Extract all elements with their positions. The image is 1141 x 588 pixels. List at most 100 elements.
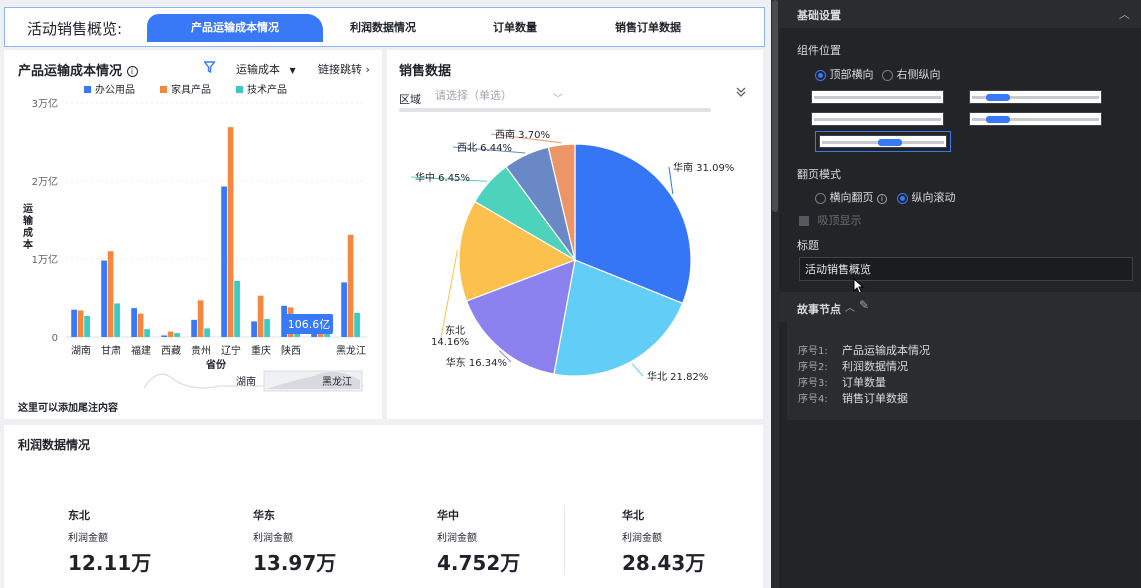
pie-label: 西南 3.70% [495, 128, 550, 141]
radio-icon [815, 192, 826, 204]
bar [101, 260, 107, 337]
settings-panel: 基础设置 ︿ 组件位置 顶部横向 右侧纵向 翻页模式 横向翻页 i 纵向滚动 吸… [779, 0, 1141, 588]
canvas-scrollbar-track [771, 0, 779, 588]
profit-data-card: 利润数据情况 东北 利润金额 12.11万 华东 利润金额 13.97万 华中 … [4, 425, 763, 588]
style-thumbnail-selected[interactable] [815, 131, 951, 152]
title-label: 标题 [797, 239, 819, 252]
edit-pencil-icon[interactable]: ✎ [859, 298, 869, 312]
chevron-down-icon[interactable]: ﹀ [553, 90, 563, 105]
chevron-up-icon[interactable]: ︿ [1119, 6, 1130, 22]
kpi-item: 华中 利润金额 4.752万 [437, 507, 520, 576]
story-node-item[interactable]: 序号1: 产品运输成本情况 [798, 342, 930, 357]
radio-top-horizontal[interactable]: 顶部横向 [815, 66, 874, 82]
legend-label: 家具产品 [171, 83, 211, 96]
kpi-value: 28.43万 [622, 551, 706, 575]
kpi-item: 华东 利润金额 13.97万 [253, 507, 336, 576]
style-thumbnail-1[interactable] [811, 90, 944, 104]
card-title: 产品运输成本情况 i [18, 60, 138, 79]
canvas-scrollbar-thumb[interactable] [772, 0, 778, 212]
link-jump[interactable]: 链接跳转 › [318, 61, 370, 77]
bar [107, 251, 114, 337]
filter-scrollbar[interactable] [399, 108, 711, 112]
filter-icon[interactable] [203, 61, 216, 76]
kpi-item: 东北 利润金额 12.11万 [68, 507, 151, 576]
section-title: 基础设置 [797, 9, 841, 22]
bar [204, 328, 210, 337]
story-node-item[interactable]: 序号3: 订单数量 [798, 374, 886, 389]
region-select[interactable]: 请选择（单选） [435, 87, 563, 105]
x-tick-label: 甘肃 [101, 344, 121, 357]
tab-label: 产品运输成本情况 [191, 21, 279, 34]
kpi-value: 13.97万 [253, 551, 337, 575]
legend-label: 技术产品 [247, 83, 287, 96]
shipping-cost-card: 产品运输成本情况 i 运输成本 ▼ 链接跳转 › 办公用品 家具产品 技术产品 0 1万… [4, 50, 382, 419]
bar [174, 333, 180, 337]
pie-label-value: 14.16% [431, 337, 469, 348]
sticky-checkbox[interactable]: 吸顶显示 [799, 212, 862, 228]
x-tick-label: 陕西 [281, 344, 301, 357]
radio-horizontal-paging[interactable]: 横向翻页 i [815, 189, 887, 205]
brush-end-label: 黑龙江 [322, 375, 352, 388]
bar [221, 186, 227, 337]
info-icon[interactable]: i [126, 66, 138, 77]
section-header[interactable]: 基础设置 ︿ [779, 0, 1141, 28]
radio-icon [897, 192, 908, 204]
pie-label: 西北 6.44% [457, 142, 512, 154]
bar [161, 335, 167, 337]
kpi-region: 华东 [253, 509, 275, 522]
bar [251, 321, 257, 337]
bar [71, 309, 77, 337]
bar [227, 127, 234, 338]
checkbox-icon [799, 216, 809, 226]
position-label: 组件位置 [797, 44, 841, 57]
y-tick-label: 3万亿 [32, 97, 58, 110]
region-label: 区域 [399, 93, 421, 106]
legend-swatch [160, 86, 167, 93]
card-title-text: 产品运输成本情况 [18, 64, 123, 79]
story-node-list: 序号1: 产品运输成本情况 序号2: 利润数据情况 序号3: 订单数量 序号4: 销售订… [787, 322, 1141, 420]
x-tick-label: 福建 [131, 344, 151, 357]
bar [131, 308, 137, 337]
bar [191, 319, 197, 337]
x-tick-label: 辽宁 [221, 344, 241, 357]
pie-leader-line [631, 363, 644, 377]
chevron-up-icon[interactable]: ︿ [845, 299, 855, 314]
measure-dropdown-label: 运输成本 [236, 63, 280, 76]
bar-chart: 办公用品 家具产品 技术产品01万亿2万亿3万亿运输成本湖南 甘肃 福建 西藏 贵州 辽宁 重庆… [23, 83, 366, 392]
measure-dropdown[interactable]: 运输成本 ▼ [236, 61, 296, 77]
story-node-item[interactable]: 序号4: 销售订单数据 [798, 390, 908, 405]
radio-label: 右侧纵向 [896, 68, 941, 81]
collapse-double-chevron-icon[interactable] [735, 86, 747, 101]
style-thumbnail-3[interactable] [811, 112, 944, 126]
link-jump-label: 链接跳转 [318, 63, 362, 76]
story-node-item[interactable]: 序号2: 利润数据情况 [798, 358, 908, 373]
kpi-region: 华中 [437, 509, 459, 522]
tab-order-count[interactable]: 订单数量 [455, 14, 575, 42]
bar [354, 312, 360, 337]
y-tick-label: 0 [52, 333, 58, 344]
style-thumbnail-2[interactable] [969, 90, 1102, 104]
card-title: 利润数据情况 [18, 438, 91, 452]
bar [77, 310, 84, 337]
radio-icon [882, 69, 893, 81]
story-title: 活动销售概览: [27, 20, 123, 38]
title-input[interactable] [799, 257, 1133, 281]
bar [144, 329, 150, 337]
tooltip-text: 106.6亿 [288, 318, 331, 331]
bar [347, 234, 354, 337]
caret-down-icon: ▼ [289, 66, 296, 75]
bar [341, 282, 347, 337]
kpi-value: 12.11万 [68, 551, 152, 575]
tab-sales-orders[interactable]: 销售订单数据 [583, 14, 713, 42]
bar [114, 303, 120, 337]
tab-profit-data[interactable]: 利润数据情况 [323, 14, 443, 42]
style-thumbnail-4[interactable] [969, 112, 1102, 126]
pie-label: 华中 6.45% [415, 171, 470, 184]
kpi-region: 东北 [68, 509, 90, 522]
tab-product-shipping-cost[interactable]: 产品运输成本情况 [147, 14, 323, 42]
radio-vertical-scroll[interactable]: 纵向滚动 [897, 189, 956, 205]
story-navigation-bar: 活动销售概览: 产品运输成本情况 利润数据情况 订单数量 销售订单数据 [4, 7, 765, 47]
info-icon: i [877, 194, 887, 204]
radio-right-vertical[interactable]: 右侧纵向 [882, 66, 941, 82]
tab-label: 订单数量 [493, 21, 537, 34]
